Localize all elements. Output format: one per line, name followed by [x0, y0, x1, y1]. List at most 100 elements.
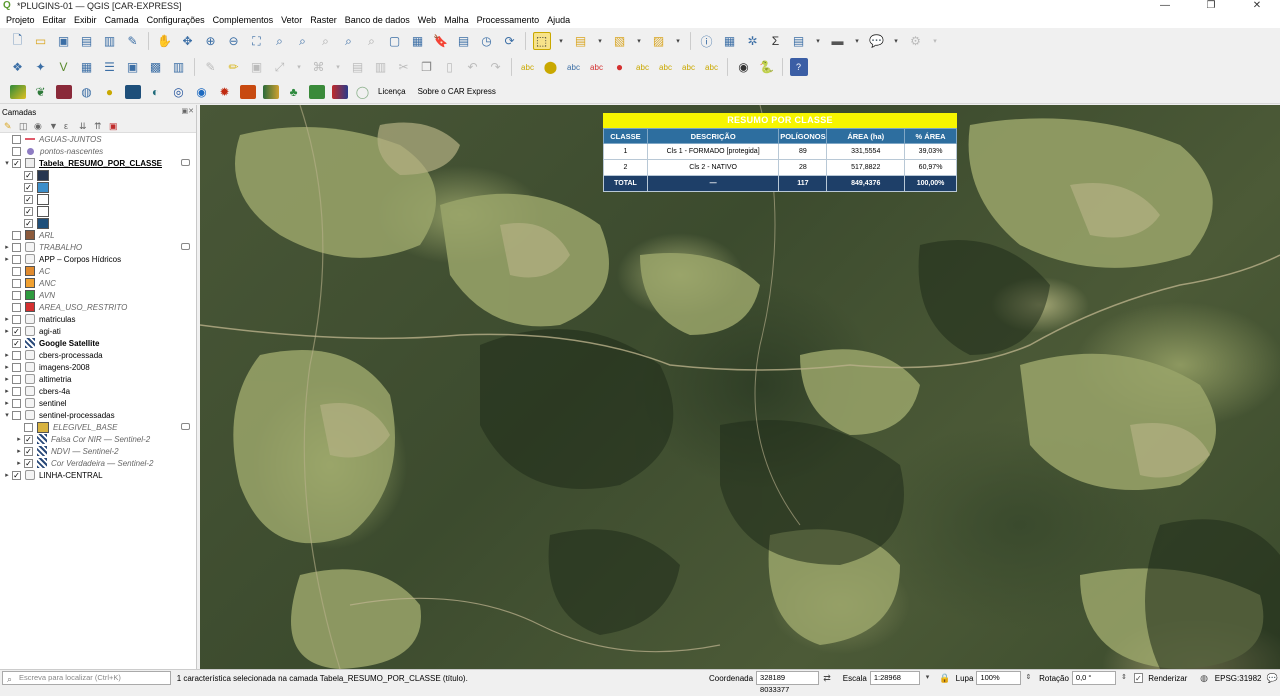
layer-visibility-checkbox[interactable]: ✓ [24, 206, 33, 216]
layer-item[interactable]: ▸ matriculas [0, 313, 196, 325]
layer-item[interactable]: ▸ ✓ Cor Verdadeira — Sentinel-2 [0, 457, 196, 469]
layer-visibility-checkbox[interactable] [12, 290, 21, 300]
layer-item[interactable]: ▸ sentinel [0, 397, 196, 409]
chevron-down-icon[interactable]: ▾ [593, 32, 607, 50]
layer-visibility-checkbox[interactable]: ✓ [24, 446, 33, 456]
layer-visibility-checkbox[interactable] [12, 134, 21, 144]
add-mesh-icon[interactable]: ☰ [101, 58, 119, 76]
modify-attributes-icon[interactable]: ▤ [349, 58, 367, 76]
expand-arrow-icon[interactable]: ▸ [14, 435, 24, 443]
layer-item[interactable]: ▾ sentinel-processadas [0, 409, 196, 421]
layer-item[interactable]: ▸ TRABALHO [0, 241, 196, 253]
expand-arrow-icon[interactable]: ▸ [2, 315, 12, 323]
layer-item[interactable]: AC [0, 265, 196, 277]
layer-item[interactable]: ▸ ✓ agi-ati [0, 325, 196, 337]
new-layer-icon[interactable]: ✦ [32, 58, 50, 76]
show-hide-label-icon[interactable]: abc [634, 58, 652, 76]
chevron-down-icon[interactable]: ▾ [922, 672, 933, 684]
layer-visibility-checkbox[interactable] [12, 362, 21, 372]
save-project-icon[interactable]: ▣ [55, 32, 73, 50]
plugin-circle-icon[interactable]: ◯ [354, 83, 372, 101]
chevron-down-icon[interactable]: ▾ [889, 32, 903, 50]
layer-visibility-checkbox[interactable]: ✓ [24, 182, 33, 192]
layer-indicator-icon[interactable] [181, 423, 190, 430]
move-selection-icon[interactable]: ▨ [650, 32, 668, 50]
move-label-icon[interactable]: abc [657, 58, 675, 76]
refresh-icon[interactable]: ⟳ [501, 32, 519, 50]
label-remove-icon[interactable]: abc [588, 58, 606, 76]
change-label-icon[interactable]: abc [703, 58, 721, 76]
add-wms-icon[interactable]: ▣ [124, 58, 142, 76]
layer-visibility-checkbox[interactable]: ✓ [12, 158, 21, 168]
chevron-down-icon[interactable]: ▾ [811, 32, 825, 50]
filter-expression-icon[interactable]: ε [64, 121, 76, 131]
print-layout-icon[interactable]: ▥ [101, 32, 119, 50]
layer-visibility-checkbox[interactable] [12, 230, 21, 240]
layer-visibility-checkbox[interactable] [12, 302, 21, 312]
field-calculator-icon[interactable]: ✲ [744, 32, 762, 50]
plugin-tree-icon[interactable]: ♣ [285, 83, 303, 101]
layer-item[interactable]: ✓ [0, 217, 196, 229]
layer-visibility-checkbox[interactable] [12, 350, 21, 360]
layer-visibility-checkbox[interactable] [12, 254, 21, 264]
plugin-orange-icon[interactable] [239, 83, 257, 101]
layer-visibility-checkbox[interactable] [12, 314, 21, 324]
rotation-field[interactable]: 0,0 ° [1071, 671, 1117, 685]
layer-visibility-checkbox[interactable] [12, 266, 21, 276]
map-tips-icon[interactable]: ◉ [735, 58, 753, 76]
deselect-icon[interactable]: ▧ [611, 32, 629, 50]
layer-item[interactable]: AVN [0, 289, 196, 301]
add-virtual-icon[interactable]: ▥ [170, 58, 188, 76]
attribute-table-icon[interactable]: ▦ [721, 32, 739, 50]
expand-arrow-icon[interactable]: ▸ [2, 327, 12, 335]
filter-legend-icon[interactable]: ▼ [49, 121, 61, 131]
layer-item[interactable]: ✓ [0, 181, 196, 193]
expand-all-icon[interactable]: ⇊ [79, 121, 91, 131]
expand-arrow-icon[interactable]: ▸ [14, 447, 24, 455]
annotation-icon[interactable]: 💬 [868, 32, 886, 50]
chevron-down-icon[interactable]: ▾ [850, 32, 864, 50]
open-project-icon[interactable]: ▭ [32, 32, 50, 50]
plugin-tiles-icon[interactable] [331, 83, 349, 101]
pan-icon[interactable]: ✋ [156, 32, 174, 50]
collapse-all-icon[interactable]: ⇈ [94, 121, 106, 131]
add-vector-icon[interactable]: V [55, 58, 73, 76]
layer-item[interactable]: ▸ ✓ LINHA-CENTRAL [0, 469, 196, 481]
layer-visibility-checkbox[interactable] [12, 398, 21, 408]
pan-to-selection-icon[interactable]: ✥ [179, 32, 197, 50]
add-wfs-icon[interactable]: ▩ [147, 58, 165, 76]
plugin-search-icon[interactable]: ◎ [170, 83, 188, 101]
lock-icon[interactable]: 🔒 [939, 672, 950, 684]
plugin-red-icon[interactable]: ✹ [216, 83, 234, 101]
toggle-editing-icon[interactable]: ✏ [225, 58, 243, 76]
new-project-icon[interactable]: 🗋 [9, 32, 27, 50]
expand-arrow-icon[interactable]: ▸ [2, 375, 12, 383]
crs-label[interactable]: EPSG:31982 [1215, 674, 1262, 683]
chevron-down-icon[interactable]: ▾ [554, 32, 568, 50]
expand-arrow-icon[interactable]: ▸ [2, 255, 12, 263]
plugin-leaf-icon[interactable]: ❦ [32, 83, 50, 101]
magnifier-field[interactable]: 100% [976, 671, 1021, 685]
plugin-book-icon[interactable] [55, 83, 73, 101]
layer-visibility-checkbox[interactable]: ✓ [12, 470, 21, 480]
menu-configuracoes[interactable]: Configurações [143, 15, 209, 25]
plugin-green-icon[interactable] [308, 83, 326, 101]
layer-item[interactable]: ✓ [0, 169, 196, 181]
menu-camada[interactable]: Camada [101, 15, 143, 25]
menu-editar[interactable]: Editar [39, 15, 71, 25]
python-icon[interactable]: 🐍 [758, 58, 776, 76]
layer-item[interactable]: ▸ cbers-processada [0, 349, 196, 361]
menu-complementos[interactable]: Complementos [209, 15, 278, 25]
plugin-car-icon[interactable] [9, 83, 27, 101]
expand-arrow-icon[interactable]: ▸ [2, 387, 12, 395]
rotate-label-icon[interactable]: abc [680, 58, 698, 76]
zoom-in-icon[interactable]: ⊕ [202, 32, 220, 50]
zoom-native-icon[interactable]: ⌕ [317, 32, 335, 50]
new-map-view-icon[interactable]: ▢ [386, 32, 404, 50]
zoom-next-icon[interactable]: ⌕ [363, 32, 381, 50]
select-by-value-icon[interactable]: ▤ [572, 32, 590, 50]
layer-visibility-checkbox[interactable] [24, 422, 33, 432]
menu-malha[interactable]: Malha [440, 15, 473, 25]
menu-banco-de-dados[interactable]: Banco de dados [341, 15, 414, 25]
cut-icon[interactable]: ✂ [395, 58, 413, 76]
